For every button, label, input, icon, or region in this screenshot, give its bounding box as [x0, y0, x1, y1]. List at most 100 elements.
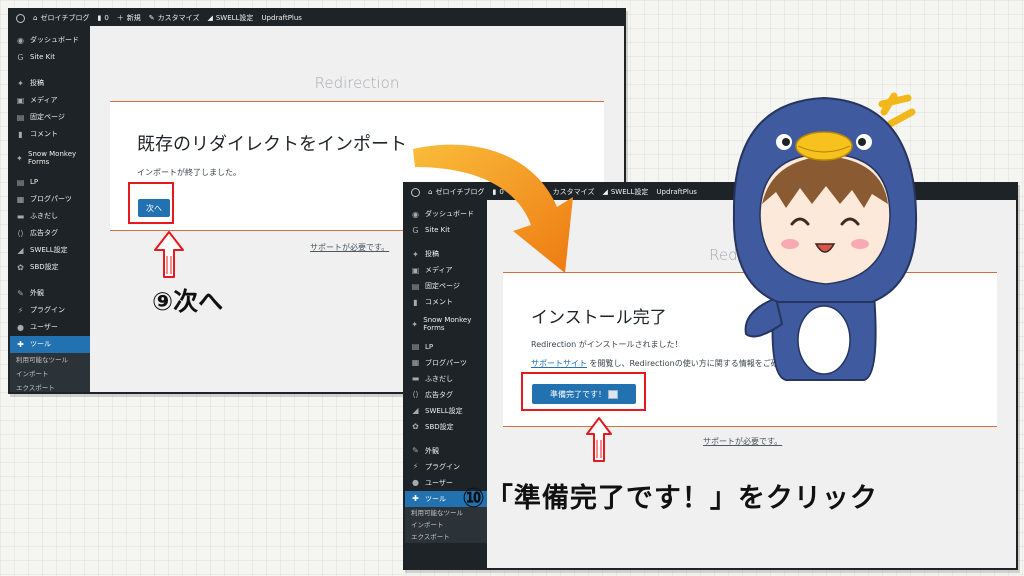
next-button-highlight	[128, 182, 174, 224]
swell-icon: ◢	[207, 14, 213, 22]
admin-bar-swell[interactable]: ◢ SWELL設定	[207, 13, 253, 23]
sidebar-item-label: ツール	[30, 339, 51, 348]
brush-icon: ✎	[412, 446, 419, 456]
comment-icon: ▮	[18, 130, 23, 139]
admin-bar-site[interactable]: ⌂ ゼロイチブログ	[33, 13, 89, 23]
sidebar-item-label: LP	[425, 342, 434, 351]
sidebar-item-item-5[interactable]: ▮ コメント	[10, 126, 90, 143]
swell-icon: ◢	[412, 406, 419, 416]
plus-icon: ＋	[116, 14, 124, 22]
sidebar-item-label: 広告タグ	[425, 390, 453, 399]
sidebar-item-label: ツール	[425, 494, 446, 503]
swell-icon: ◢	[17, 245, 24, 255]
submenu-item-import[interactable]: インポート	[405, 519, 487, 531]
sidebar-item-label: 投稿	[30, 79, 44, 88]
sidebar-item-item-10[interactable]: ⟨⟩ 広告タグ	[10, 225, 90, 242]
sidebar-item-item-13[interactable]: ✎ 外観	[10, 285, 90, 302]
admin-bar-new[interactable]: ＋新規	[117, 13, 141, 23]
sidebar-item-swell[interactable]: ◢ SWELL設定	[405, 403, 487, 419]
import-message: インポートが終了しました。	[137, 168, 241, 177]
submenu-item-export[interactable]: エクスポート	[10, 381, 90, 392]
page-icon: ▤	[411, 342, 420, 352]
transition-arrow-icon	[413, 144, 573, 273]
admin-bar-updraft[interactable]: UpdraftPlus	[261, 14, 302, 22]
admin-bar-customize[interactable]: ✎カスタマイズ	[149, 13, 200, 23]
sidebar-item-item-2[interactable]: ✦ 投稿	[10, 75, 90, 92]
install-message: Redirection がインストールされました！	[531, 340, 683, 349]
penguin-hoodie-mascot	[732, 92, 918, 381]
sidebar-item-label: ふきだし	[30, 211, 58, 220]
sidebar-item-label: ブログパーツ	[30, 194, 72, 203]
wrench-icon: ✚	[17, 339, 24, 349]
sidebar-item-item-16[interactable]: ✚ ツール	[10, 335, 90, 353]
sidebar-item-sbd[interactable]: ✿ SBD設定	[10, 259, 90, 276]
sidebar-item-label: Snow Monkey Forms	[28, 149, 77, 167]
admin-sidebar: ◉ ダッシュボード G Site Kit ✦ 投稿 ▣ メディア ▤ 固定ページ ▮ コメント ✦ Sno…	[10, 26, 90, 392]
sidebar-item-snow-monkey-forms[interactable]: ✦ Snow Monkey Forms	[10, 143, 90, 174]
sidebar-item-label: SWELL設定	[30, 245, 68, 254]
plugin-title: Redirection	[314, 74, 400, 92]
sidebar-item-item-9[interactable]: ▬ ふきだし	[10, 208, 90, 225]
sidebar-item-label: メディア	[30, 96, 58, 105]
sidebar-item-label: 外観	[425, 446, 439, 455]
sidebar-item-item-13[interactable]: ✎ 外観	[405, 443, 487, 459]
support-site-link[interactable]: サポートサイト	[531, 359, 587, 368]
sidebar-item-item-0[interactable]: ◉ ダッシュボード	[10, 32, 90, 49]
blocks-icon: ▦	[16, 194, 25, 204]
sidebar-item-swell[interactable]: ◢ SWELL設定	[10, 242, 90, 259]
sidebar-item-label: Snow Monkey Forms	[423, 316, 472, 333]
page-icon: ▤	[16, 177, 25, 187]
pin-icon: ✦	[17, 79, 24, 88]
media-icon: ▣	[16, 96, 25, 105]
support-link[interactable]: サポートが必要です。	[310, 242, 389, 253]
sidebar-item-label: ユーザー	[425, 478, 453, 487]
sidebar-item-item-9[interactable]: ▬ ふきだし	[405, 371, 487, 387]
submenu-item-export[interactable]: エクスポート	[405, 531, 487, 543]
sidebar-item-item-8[interactable]: ▦ ブログパーツ	[405, 355, 487, 371]
sidebar-item-item-14[interactable]: ⚡ プラグイン	[405, 459, 487, 475]
sidebar-item-item-15[interactable]: ● ユーザー	[10, 319, 90, 336]
sidebar-item-item-14[interactable]: ⚡ プラグイン	[10, 302, 90, 319]
pin-icon: ✦	[411, 319, 418, 329]
sidebar-item-label: SBD設定	[425, 422, 454, 431]
ready-button-highlight	[521, 372, 646, 411]
sidebar-item-item-5[interactable]: ▮ コメント	[405, 294, 487, 310]
blocks-icon: ▦	[411, 358, 420, 368]
submenu-item-available-tools[interactable]: 利用可能なツール	[10, 353, 90, 367]
bubble-icon: ▬	[16, 211, 25, 221]
admin-bar-swell[interactable]: ◢ SWELL設定	[602, 187, 648, 197]
sidebar-item-site-kit[interactable]: G Site Kit	[10, 49, 90, 66]
home-icon: ⌂	[33, 14, 38, 22]
sidebar-item-item-8[interactable]: ▦ ブログパーツ	[10, 191, 90, 208]
sidebar-item-label: プラグイン	[425, 462, 460, 471]
sidebar-item-label: プラグイン	[30, 305, 65, 314]
tools-submenu: 利用可能なツール インポート エクスポート	[10, 352, 90, 392]
sidebar-item-label: SWELL設定	[425, 406, 463, 415]
pin-icon: ✦	[16, 153, 23, 163]
sidebar-item-label: ふきだし	[425, 374, 453, 383]
sidebar-item-label: 広告タグ	[30, 228, 58, 237]
admin-bar-updraft[interactable]: UpdraftPlus	[656, 188, 697, 196]
support-link[interactable]: サポートが必要です。	[703, 436, 782, 447]
sidebar-item-item-10[interactable]: ⟨⟩ 広告タグ	[405, 387, 487, 403]
sidebar-item-label: 固定ページ	[30, 113, 65, 122]
admin-bar: ⌂ゼロイチブログ ▮0 ＋新規 ✎カスタマイズ ◢SWELL設定 Updraft…	[10, 10, 624, 26]
sidebar-item-snow-monkey-forms[interactable]: ✦ Snow Monkey Forms	[405, 310, 487, 339]
sidebar-item-label: LP	[30, 177, 39, 186]
page-heading: 既存のリダイレクトをインポート	[137, 134, 407, 155]
wordpress-logo-icon[interactable]	[16, 13, 25, 23]
sidebar-item-label: コメント	[425, 297, 453, 306]
sidebar-item-lp[interactable]: ▤ LP	[405, 339, 487, 355]
admin-bar-comments[interactable]: ▮ 0	[97, 14, 108, 22]
code-icon: ⟨⟩	[17, 228, 24, 238]
sidebar-item-sbd[interactable]: ✿ SBD設定	[405, 419, 487, 435]
sidebar-item-item-3[interactable]: ▣ メディア	[10, 92, 90, 109]
brush-icon: ✎	[148, 14, 155, 22]
sidebar-item-label: ブログパーツ	[425, 358, 467, 367]
sidebar-item-item-4[interactable]: ▤ 固定ページ	[10, 109, 90, 126]
sidebar-item-lp[interactable]: ▤ LP	[10, 174, 90, 191]
page-heading: インストール完了	[531, 308, 667, 328]
submenu-item-import[interactable]: インポート	[10, 367, 90, 381]
sidebar-item-label: Site Kit	[30, 53, 55, 62]
code-icon: ⟨⟩	[412, 390, 419, 400]
